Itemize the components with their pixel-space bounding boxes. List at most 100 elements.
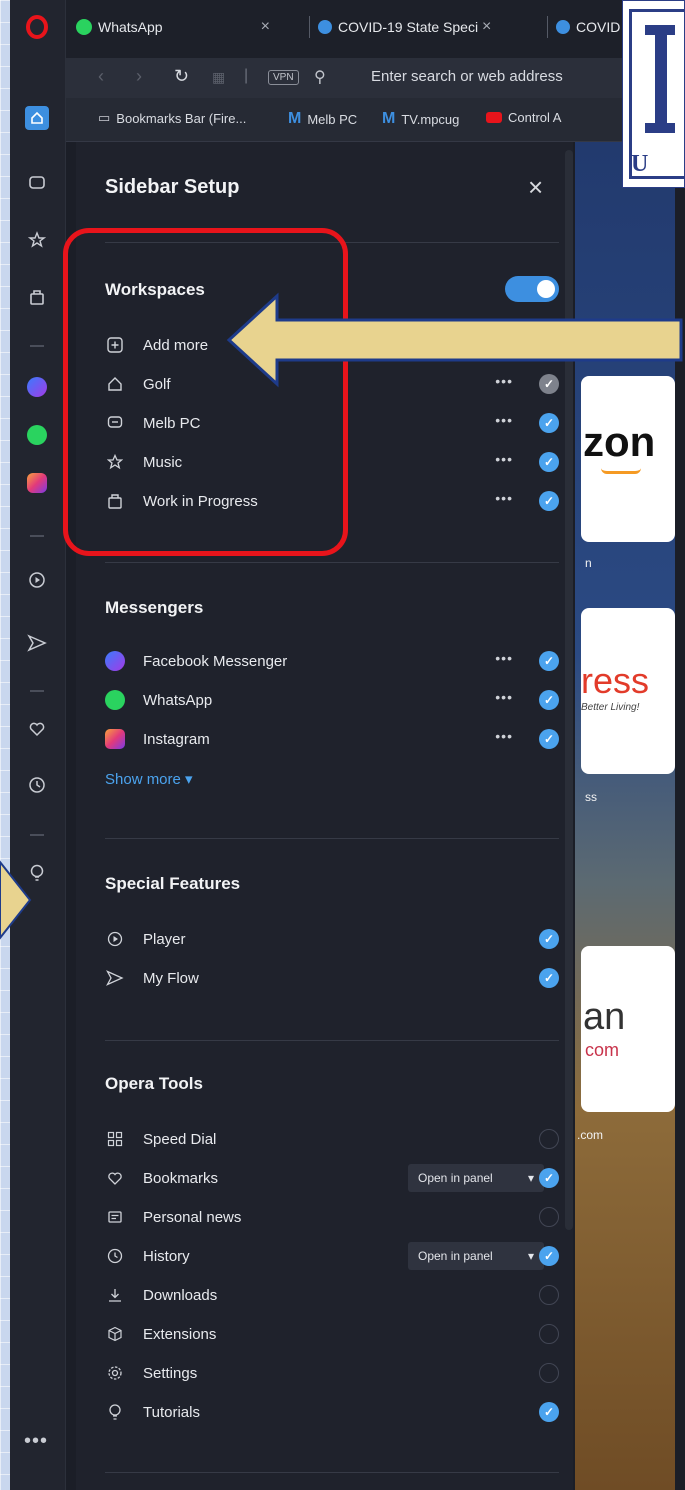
tool-label: Speed Dial	[143, 1130, 217, 1148]
tool-checkbox[interactable]	[539, 1207, 559, 1227]
tool-item-personal-news[interactable]: Personal news	[105, 1200, 559, 1234]
extensions-cube-icon	[105, 1324, 125, 1344]
open-in-panel-select[interactable]: Open in panel ▾	[408, 1164, 544, 1192]
tool-item-speed-dial[interactable]: Speed Dial	[105, 1122, 559, 1156]
close-tab-icon[interactable]: ×	[261, 18, 270, 36]
tile-caption: n	[585, 556, 592, 570]
more-options-icon[interactable]: •••	[24, 1430, 48, 1453]
tab-covid[interactable]: COVID	[556, 12, 620, 42]
chat-workspace-icon[interactable]	[22, 168, 52, 198]
messenger-item-instagram[interactable]: Instagram ••• ✓	[105, 722, 559, 756]
tile-caption: ss	[585, 790, 597, 804]
back-icon[interactable]: ‹	[98, 66, 104, 87]
bookmark-label: TV.mpcug	[401, 111, 460, 127]
folder-icon: ▭	[98, 110, 111, 125]
forward-icon[interactable]: ›	[136, 66, 142, 87]
vpn-badge[interactable]: VPN	[268, 70, 299, 85]
workspace-checkbox[interactable]: ✓	[539, 491, 559, 511]
close-tab-icon[interactable]: ×	[482, 18, 491, 36]
bookmark-item[interactable]: M Melb PC	[288, 110, 357, 128]
facebook-messenger-icon	[105, 651, 125, 671]
feature-checkbox[interactable]: ✓	[539, 968, 559, 988]
more-options-icon[interactable]: •••	[495, 728, 513, 744]
bookmark-item[interactable]: M TV.mpcug	[382, 110, 459, 128]
speed-dial-grid-icon[interactable]: ▦	[212, 69, 225, 86]
reload-icon[interactable]: ↻	[174, 66, 189, 87]
tool-label: Settings	[143, 1364, 198, 1382]
panel-title: Sidebar Setup	[105, 176, 240, 198]
player-icon[interactable]	[22, 565, 52, 595]
messenger-icon[interactable]	[22, 372, 52, 402]
tab-covid-state[interactable]: COVID-19 State Specif ×	[318, 12, 491, 42]
whatsapp-tab-icon	[76, 19, 92, 35]
opera-logo-icon[interactable]	[22, 12, 52, 42]
tile-text: an	[583, 996, 626, 1038]
bookmark-label: Control A	[508, 110, 562, 125]
speed-dial-tile-amazon[interactable]: zon	[581, 376, 675, 542]
workspace-checkbox[interactable]: ✓	[539, 452, 559, 472]
history-clock-icon[interactable]	[22, 770, 52, 800]
instagram-icon[interactable]	[22, 468, 52, 498]
feature-item-my-flow[interactable]: My Flow ✓	[105, 961, 559, 995]
bag-workspace-icon[interactable]	[22, 282, 52, 312]
tile-caption: .com	[577, 1128, 604, 1142]
messenger-checkbox[interactable]: ✓	[539, 651, 559, 671]
search-icon: ⚲	[314, 69, 326, 86]
more-options-icon[interactable]: •••	[495, 490, 513, 506]
feature-label: My Flow	[143, 969, 199, 987]
tool-checkbox[interactable]	[539, 1363, 559, 1383]
tool-checkbox[interactable]: ✓	[539, 1402, 559, 1422]
tool-item-extensions[interactable]: Extensions	[105, 1317, 559, 1351]
messenger-checkbox[interactable]: ✓	[539, 690, 559, 710]
tab-bar: WhatsApp × COVID-19 State Specif × COVID	[66, 0, 685, 58]
tab-title: COVID	[576, 19, 621, 35]
home-workspace-icon[interactable]	[25, 106, 49, 130]
instagram-icon	[105, 729, 125, 749]
tool-checkbox[interactable]	[539, 1324, 559, 1344]
search-input[interactable]: Enter search or web address	[371, 68, 563, 85]
speed-dial-grid-icon	[105, 1129, 125, 1149]
star-workspace-icon[interactable]	[22, 225, 52, 255]
side-arrow-annotation	[0, 860, 32, 940]
tool-checkbox[interactable]: ✓	[539, 1168, 559, 1188]
heart-icon[interactable]	[22, 714, 52, 744]
tool-checkbox[interactable]: ✓	[539, 1246, 559, 1266]
close-icon[interactable]: ×	[528, 172, 543, 203]
messengers-heading: Messengers	[105, 598, 204, 617]
open-in-panel-select[interactable]: Open in panel ▾	[408, 1242, 544, 1270]
messenger-item-whatsapp[interactable]: WhatsApp ••• ✓	[105, 683, 559, 717]
tool-item-downloads[interactable]: Downloads	[105, 1278, 559, 1312]
whatsapp-icon[interactable]	[22, 420, 52, 450]
more-options-icon[interactable]: •••	[495, 650, 513, 666]
show-more-link[interactable]: Show more ▾	[105, 770, 193, 788]
messenger-checkbox[interactable]: ✓	[539, 729, 559, 749]
tool-item-tutorials[interactable]: Tutorials ✓	[105, 1395, 559, 1429]
more-options-icon[interactable]: •••	[495, 412, 513, 428]
tab-title: COVID-19 State Specif	[338, 19, 478, 35]
tab-whatsapp[interactable]: WhatsApp ×	[76, 12, 270, 42]
messenger-item-facebook[interactable]: Facebook Messenger ••• ✓	[105, 644, 559, 678]
speed-dial-tile-an[interactable]: an com	[581, 946, 675, 1112]
tool-item-bookmarks[interactable]: Bookmarks Open in panel ▾ ✓	[105, 1161, 559, 1195]
tool-checkbox[interactable]	[539, 1129, 559, 1149]
tool-checkbox[interactable]	[539, 1285, 559, 1305]
workspace-checkbox[interactable]: ✓	[539, 413, 559, 433]
chevron-down-icon: ▾	[527, 1171, 534, 1185]
logo-shape	[645, 25, 675, 35]
section-divider	[105, 562, 559, 563]
bookmark-item[interactable]: ▭ Bookmarks Bar (Fire...	[98, 110, 246, 126]
browser-window: ••• WhatsApp × COVID-19 State Specif × C…	[10, 0, 685, 1490]
special-features-heading: Special Features	[105, 874, 241, 893]
more-options-icon[interactable]: •••	[495, 451, 513, 467]
feature-checkbox[interactable]: ✓	[539, 929, 559, 949]
feature-item-player[interactable]: Player ✓	[105, 922, 559, 956]
bookmark-item[interactable]: Control A	[486, 110, 561, 125]
flow-icon[interactable]	[22, 628, 52, 658]
section-divider	[105, 1040, 559, 1041]
bookmark-label: Melb PC	[307, 111, 358, 127]
speed-dial-tile-express[interactable]: ress Better Living!	[581, 608, 675, 774]
more-options-icon[interactable]: •••	[495, 689, 513, 705]
globe-tab-icon	[318, 20, 332, 34]
tool-item-settings[interactable]: Settings	[105, 1356, 559, 1390]
tool-item-history[interactable]: History Open in panel ▾ ✓	[105, 1239, 559, 1273]
